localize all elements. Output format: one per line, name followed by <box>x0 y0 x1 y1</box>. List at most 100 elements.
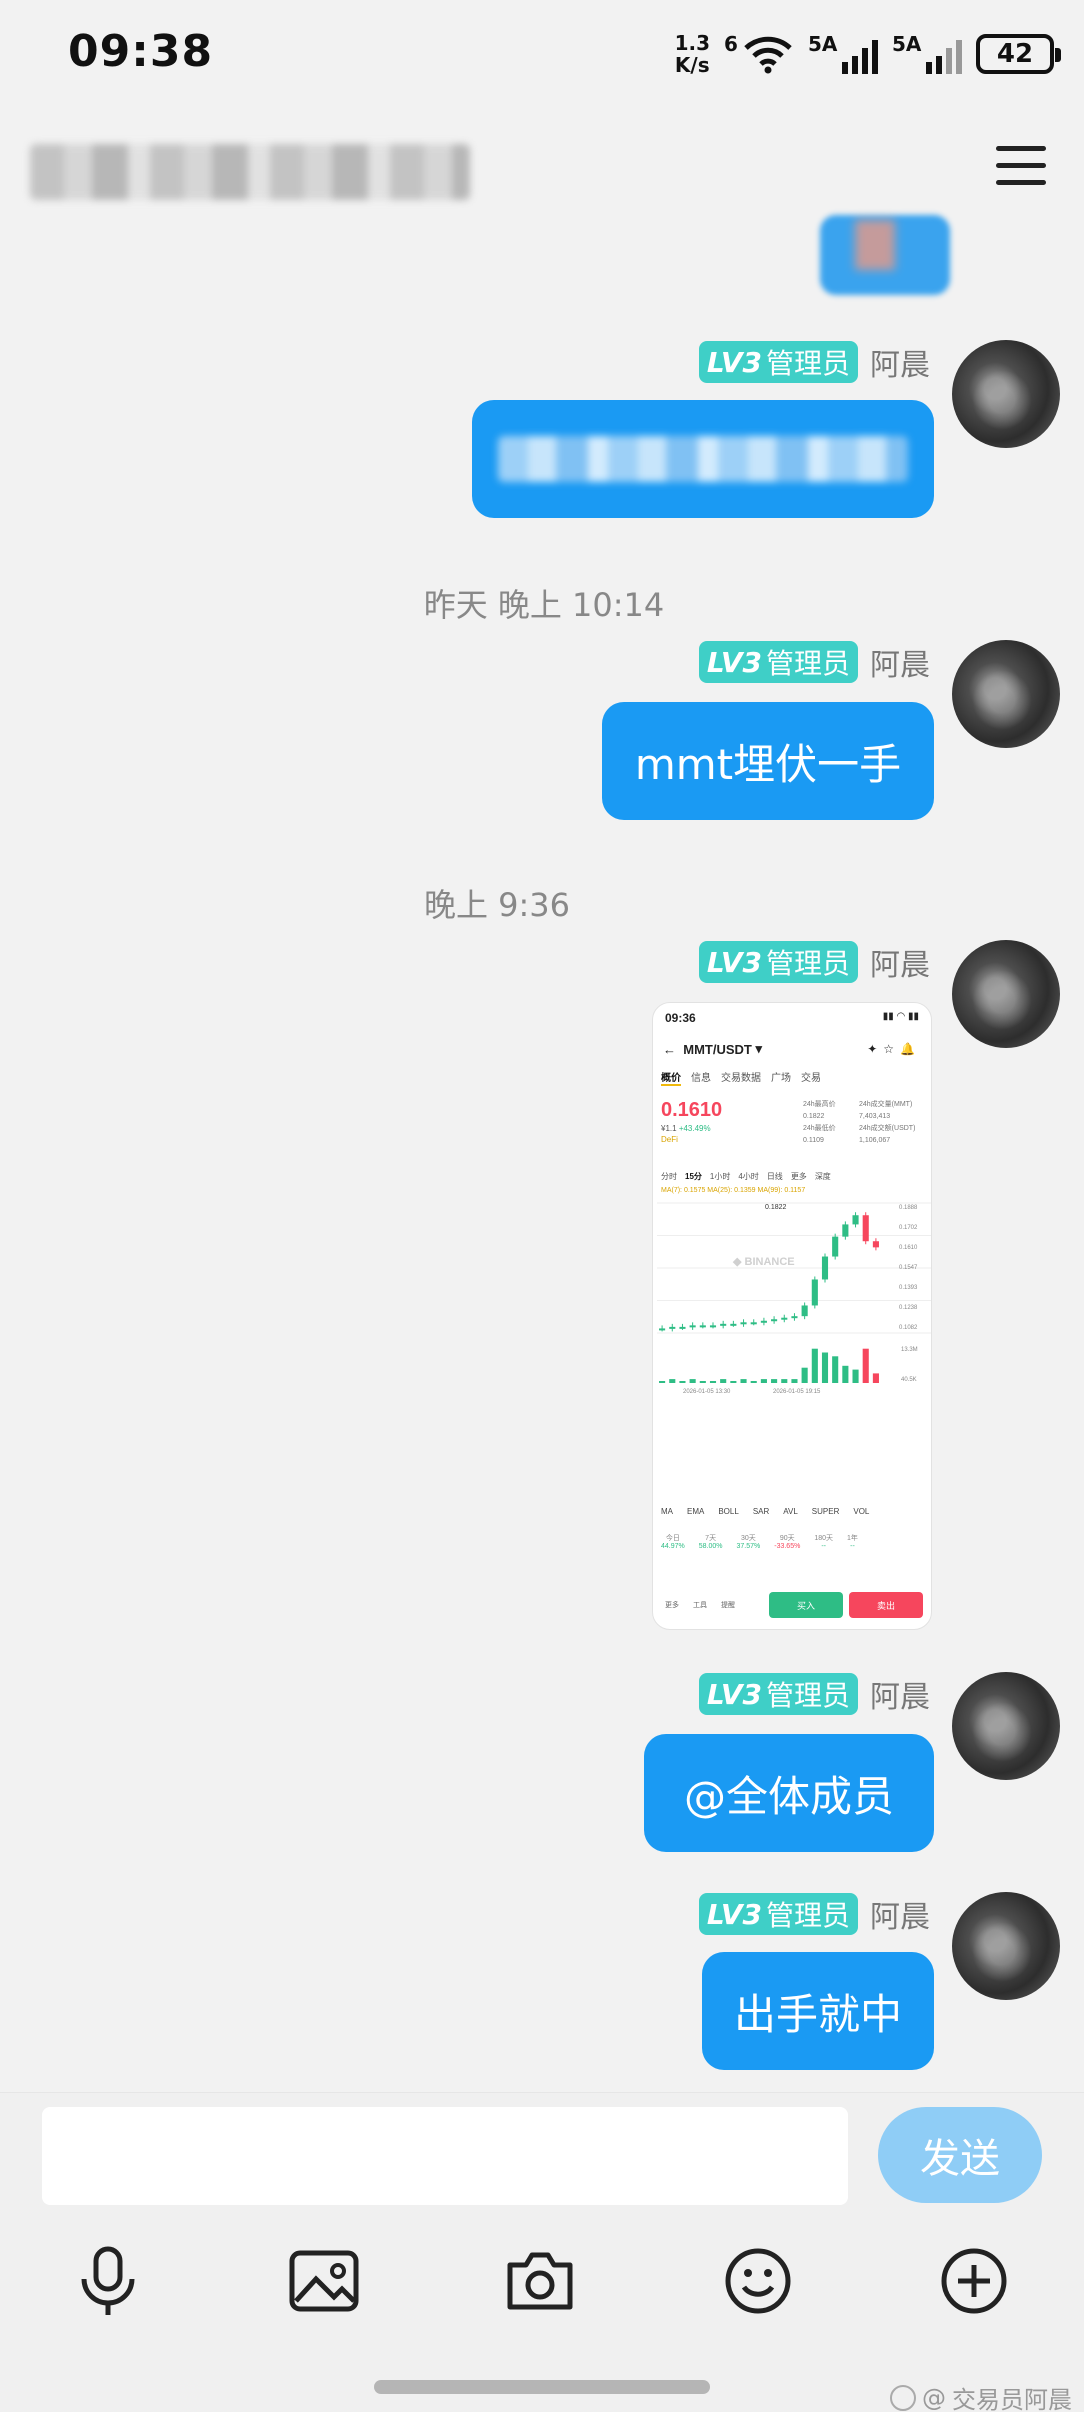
ss-performance: 今日 44.97% 7天 58.00% 30天 37.57% 90天 -33.65% 1… <box>661 1535 858 1550</box>
ss-volume-bar <box>842 1365 849 1383</box>
microphone-icon[interactable] <box>68 2241 148 2321</box>
home-indicator[interactable] <box>374 2380 710 2394</box>
ss-status-icons: ▮▮ ◠ ▮▮ <box>882 1011 919 1022</box>
message-bubble[interactable]: mmt埋伏一手 <box>602 702 934 820</box>
status-bar: 09:38 1.3 K/s 6 5A 5A 42 <box>0 0 1084 105</box>
ss-volume-tick: 40.5K <box>901 1377 917 1383</box>
ss-candle <box>720 1323 727 1326</box>
ss-volume-tick: 13.3M <box>901 1347 918 1353</box>
network-speed: 1.3 K/s <box>674 31 710 77</box>
ss-candle <box>791 1316 798 1319</box>
ss-volume-bar <box>862 1348 869 1383</box>
avatar[interactable] <box>952 640 1060 748</box>
ss-volume-bar <box>760 1379 767 1383</box>
wifi-icon: 6 <box>724 30 794 78</box>
ss-candle <box>709 1325 717 1328</box>
ss-volume-bar <box>659 1381 666 1383</box>
ss-candle <box>669 1326 676 1329</box>
ss-price-tick: 0.1547 <box>899 1265 918 1271</box>
message-input[interactable] <box>42 2107 848 2205</box>
menu-icon[interactable] <box>996 146 1046 190</box>
ss-sub-price: ¥1.1 +43.49% DeFi <box>661 1124 711 1144</box>
ss-volume-bar <box>801 1367 808 1383</box>
ss-volume-bar <box>852 1369 859 1383</box>
message-bubble-partial[interactable] <box>820 215 950 295</box>
ss-candle <box>872 1241 879 1248</box>
ss-volume-bar <box>699 1381 706 1383</box>
message-bubble-blurred[interactable] <box>472 400 934 518</box>
sender-name: 阿晨 <box>870 648 930 683</box>
ss-candle <box>852 1215 859 1225</box>
ss-price: 0.1610 <box>661 1099 723 1121</box>
message-bubble[interactable]: @全体成员 <box>644 1734 934 1852</box>
sender-name: 阿晨 <box>870 348 930 383</box>
ss-candle <box>811 1279 818 1306</box>
ss-price-tick: 0.1610 <box>899 1245 918 1251</box>
ss-buy-button: 买入 <box>769 1592 843 1618</box>
signal-sim2-icon: 5A <box>892 30 962 78</box>
sender-name: 阿晨 <box>870 1680 930 1715</box>
trading-screenshot: 09:36 ▮▮ ◠ ▮▮ ← MMT/USDT ▾ ✦☆🔔 概价 信息 交易数… <box>653 1003 931 1629</box>
watermark-logo-icon <box>890 2384 916 2411</box>
avatar[interactable] <box>952 940 1060 1048</box>
avatar[interactable] <box>952 1892 1060 2000</box>
avatar[interactable] <box>952 340 1060 448</box>
ss-volume-bar <box>689 1379 696 1383</box>
status-time: 09:38 <box>68 26 214 77</box>
ss-volume-bar <box>740 1379 747 1383</box>
level-badge: LV3 管理员 <box>698 941 858 983</box>
ss-volume-bar <box>872 1373 879 1383</box>
message-header: LV3 管理员 阿晨 <box>698 640 930 684</box>
sender-name: 阿晨 <box>870 1900 930 1935</box>
message-header: LV3 管理员 阿晨 <box>698 940 930 984</box>
back-arrow-icon: ← <box>663 1041 684 1057</box>
message-header: LV3 管理员 阿晨 <box>698 1892 930 1936</box>
ss-candle <box>699 1325 706 1328</box>
send-button[interactable]: 发送 <box>878 2107 1042 2203</box>
ss-volume-bar <box>679 1381 686 1383</box>
avatar[interactable] <box>952 1672 1060 1780</box>
ss-volume-bar <box>771 1379 778 1383</box>
ss-date-label: 2026-01-05 19:15 <box>773 1389 821 1395</box>
ss-candle <box>679 1326 686 1329</box>
ss-intervals: 分时 15分 1小时 4小时 日线 更多 深度 <box>661 1172 831 1181</box>
plus-icon[interactable] <box>934 2241 1014 2321</box>
chat-title-blurred <box>30 144 470 200</box>
ss-volume-bar <box>811 1348 818 1383</box>
ss-header-icons: ✦☆🔔 <box>867 1042 921 1056</box>
level-badge: LV3 管理员 <box>698 641 858 683</box>
ss-candle <box>740 1322 747 1325</box>
level-badge: LV3 管理员 <box>698 1893 858 1935</box>
ss-candle <box>862 1215 869 1242</box>
ss-volume-bar <box>750 1381 757 1383</box>
sender-name: 阿晨 <box>870 948 930 983</box>
message-bubble[interactable]: 出手就中 <box>702 1952 934 2070</box>
input-toolbar <box>0 2241 1084 2321</box>
input-area: 发送 <box>0 2092 1084 2412</box>
ss-candle <box>842 1224 849 1237</box>
ss-tabs: 概价 信息 交易数据 广场 交易 <box>661 1069 821 1086</box>
ss-price-tick: 0.1238 <box>899 1305 918 1311</box>
ss-bottom-bar: 更多 工具 提醒 买入 卖出 <box>653 1581 931 1629</box>
level-badge: LV3 管理员 <box>698 1673 858 1715</box>
ss-candle <box>771 1319 778 1322</box>
emoji-icon[interactable] <box>718 2241 798 2321</box>
battery-icon: 42 <box>976 34 1061 74</box>
ss-price-tick: 0.1393 <box>899 1285 918 1291</box>
ss-volume-bar <box>791 1379 798 1383</box>
ss-chart-watermark: ◆ BINANCE <box>732 1256 795 1268</box>
watermark: @ 交易员阿晨 <box>890 2380 1072 2412</box>
ss-candle <box>730 1323 737 1326</box>
ss-price-tick: 0.1702 <box>899 1225 918 1231</box>
message-header: LV3 管理员 阿晨 <box>698 340 930 384</box>
ss-volume-bar <box>781 1379 788 1383</box>
camera-icon[interactable] <box>500 2241 580 2321</box>
image-message[interactable]: 09:36 ▮▮ ◠ ▮▮ ← MMT/USDT ▾ ✦☆🔔 概价 信息 交易数… <box>652 1002 932 1630</box>
image-icon[interactable] <box>284 2241 364 2321</box>
ss-stats: 24h最高价 24h成交量(MMT) 0.1822 7,403,413 24h最… <box>803 1101 916 1144</box>
chat-header <box>0 130 1084 210</box>
ss-sell-button: 卖出 <box>849 1592 923 1618</box>
ss-candle <box>821 1256 829 1280</box>
ss-price-tick: 0.1888 <box>899 1205 918 1211</box>
message-header: LV3 管理员 阿晨 <box>698 1672 930 1716</box>
